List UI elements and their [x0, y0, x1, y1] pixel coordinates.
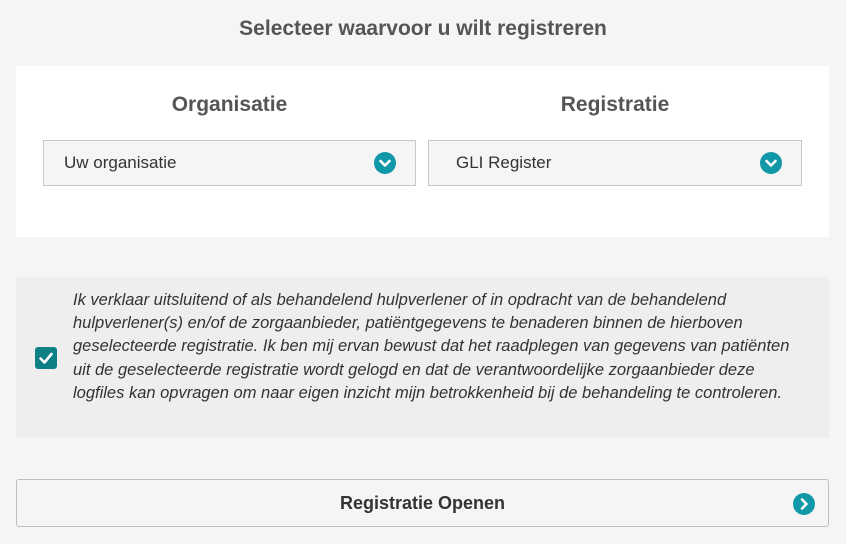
checkmark-icon — [39, 352, 53, 364]
chevron-right-icon — [793, 493, 815, 515]
registration-select-value: GLI Register — [456, 153, 552, 172]
consent-box: Ik verklaar uitsluitend of als behandele… — [16, 277, 829, 438]
consent-checkbox[interactable] — [35, 347, 57, 369]
organisation-select[interactable]: Uw organisatie — [43, 140, 416, 186]
registration-heading: Registratie — [560, 93, 670, 116]
chevron-down-icon[interactable] — [374, 152, 396, 174]
open-registration-button[interactable]: Registratie Openen — [16, 479, 829, 527]
organisation-heading: Organisatie — [171, 93, 288, 116]
open-registration-label: Registratie Openen — [339, 493, 506, 513]
organisation-select-value: Uw organisatie — [64, 153, 177, 172]
chevron-down-icon[interactable] — [760, 152, 782, 174]
page-title: Selecteer waarvoor u wilt registreren — [239, 17, 607, 40]
registration-select[interactable]: GLI Register — [428, 140, 802, 186]
consent-text: Ik verklaar uitsluitend of als behandele… — [73, 291, 790, 402]
selection-panel: Organisatie Registratie Uw organisatie G… — [16, 66, 829, 237]
